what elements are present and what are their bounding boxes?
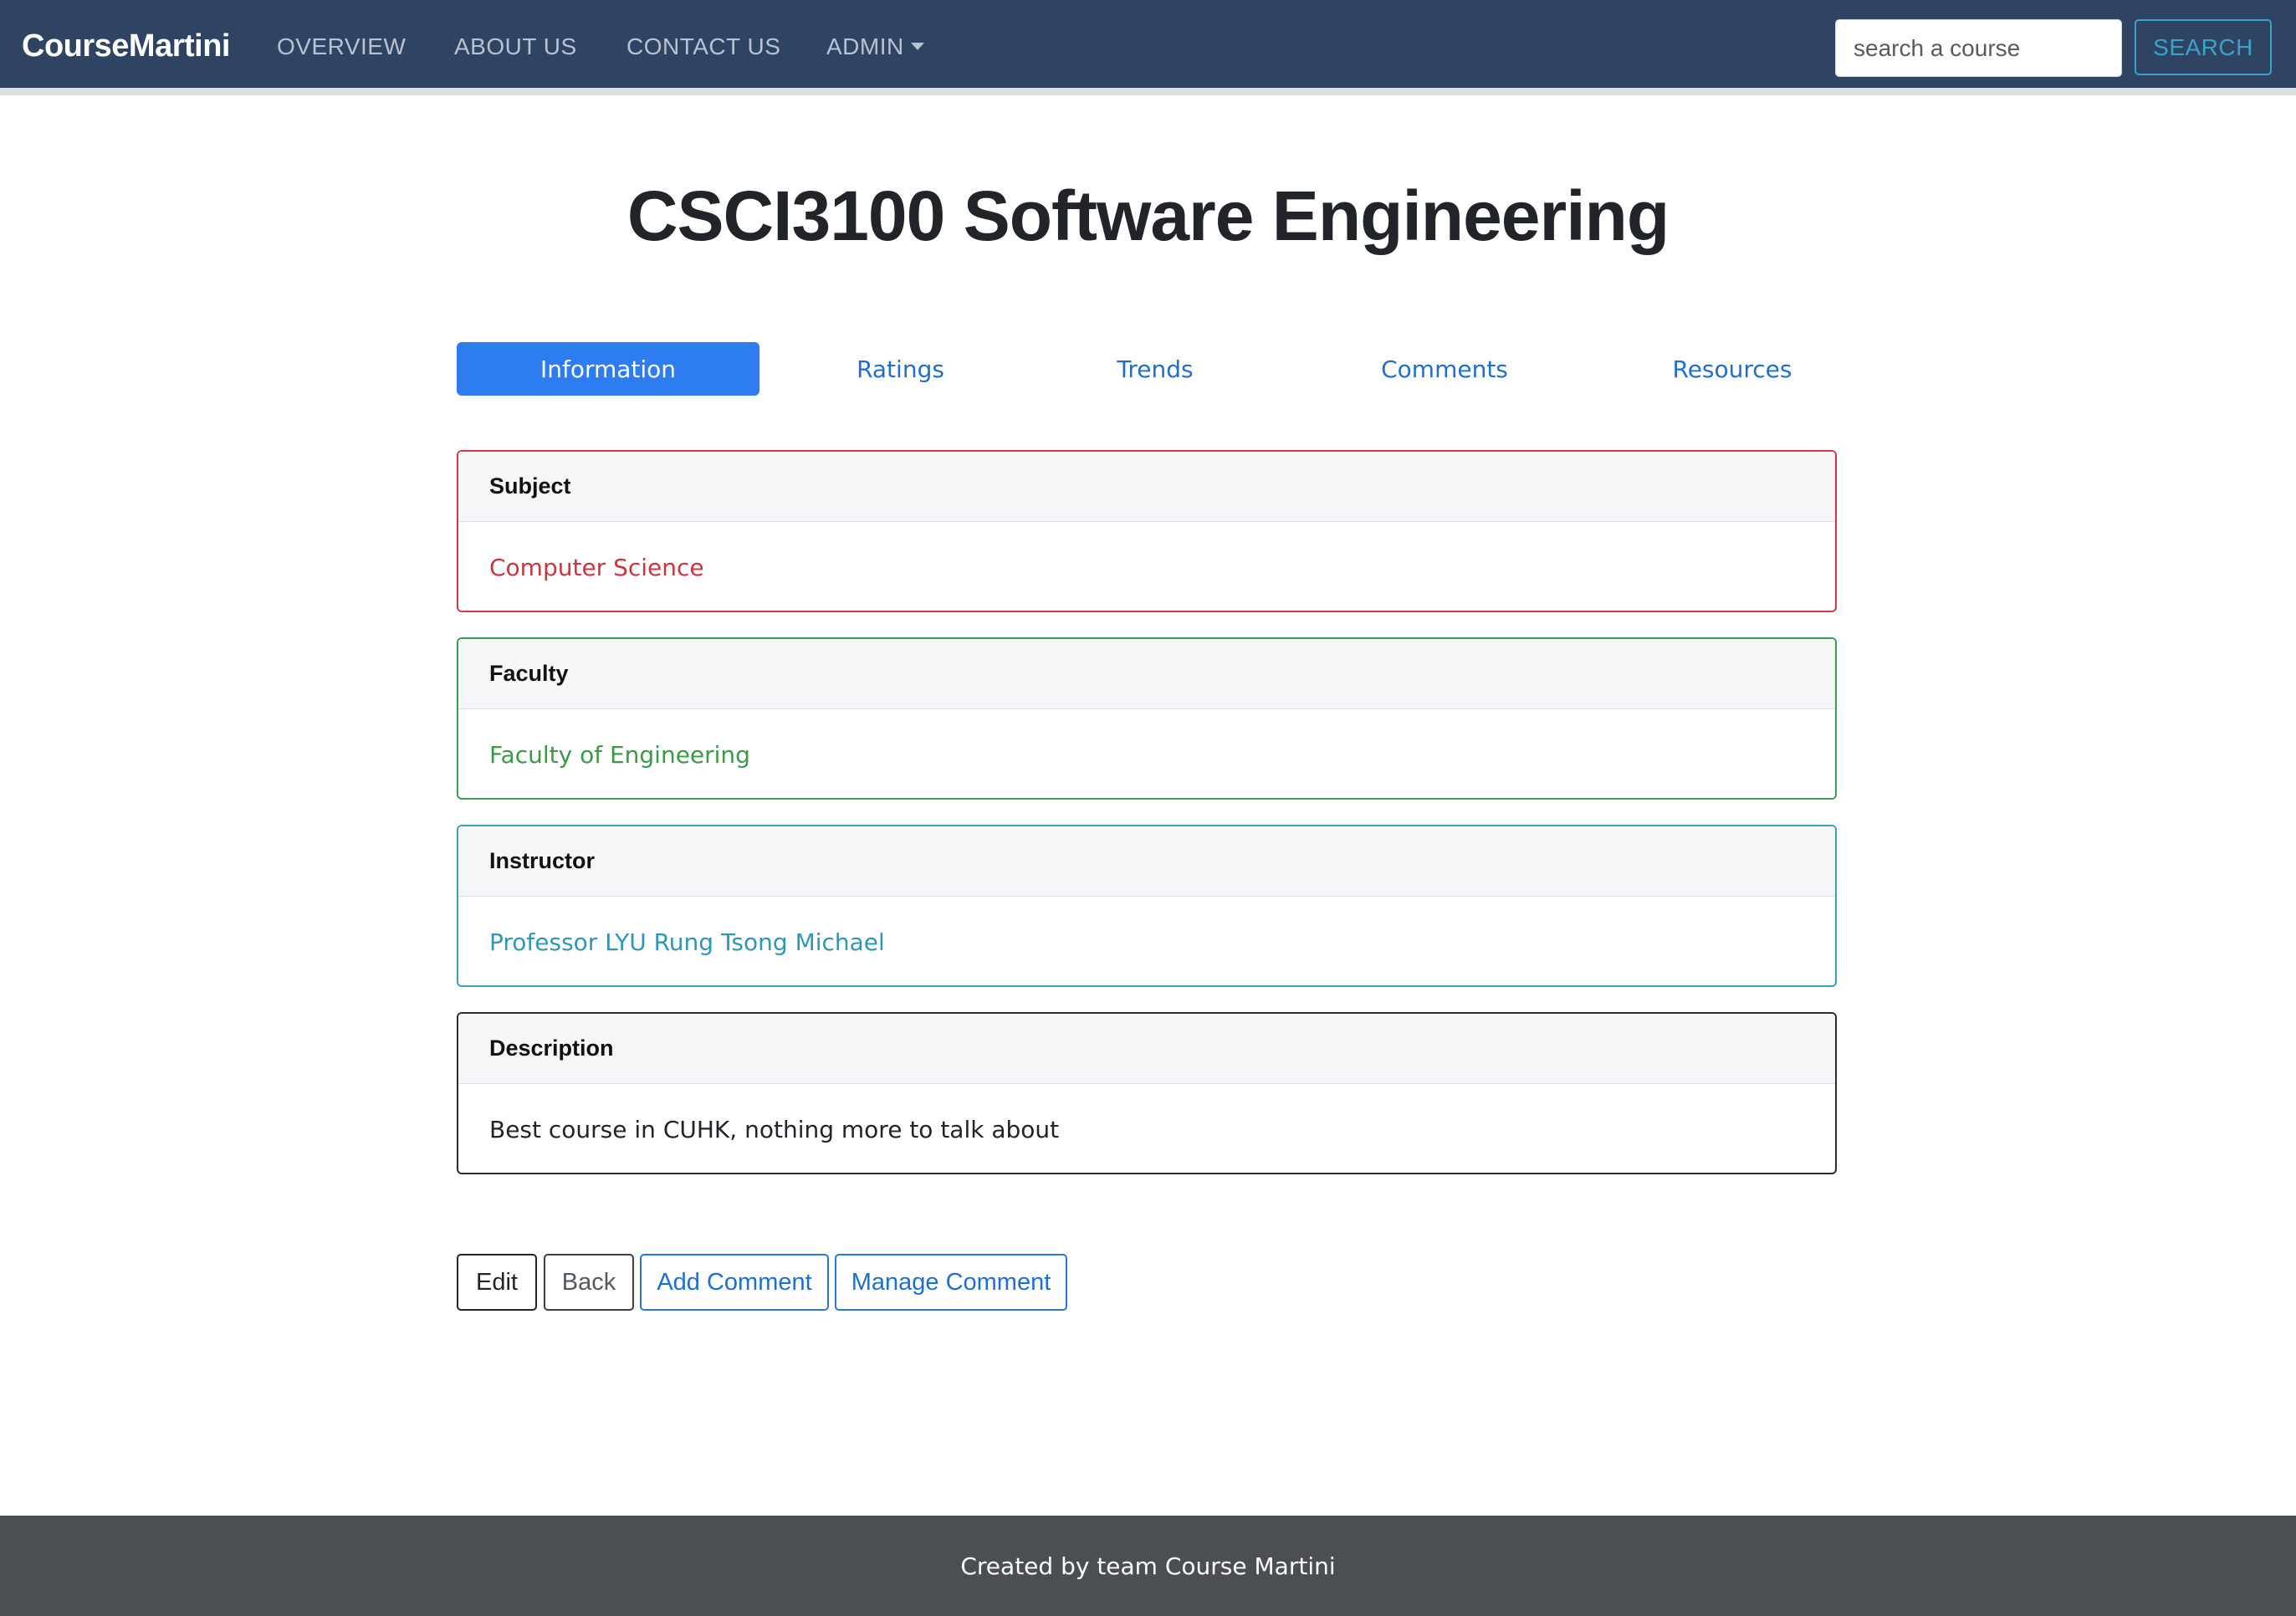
edit-button[interactable]: Edit (457, 1254, 537, 1311)
instructor-value: Professor LYU Rung Tsong Michael (489, 928, 885, 956)
instructor-card-header: Instructor (458, 826, 1835, 897)
subject-card-header: Subject (458, 452, 1835, 522)
top-navbar: CourseMartini OVERVIEW ABOUT US CONTACT … (0, 0, 2296, 95)
tab-comments[interactable]: Comments (1302, 342, 1587, 396)
description-value: Best course in CUHK, nothing more to tal… (489, 1115, 1060, 1143)
faculty-card: Faculty Faculty of Engineering (457, 637, 1837, 800)
subject-value: Computer Science (489, 553, 704, 581)
nav-link-overview[interactable]: OVERVIEW (277, 33, 406, 60)
add-comment-button[interactable]: Add Comment (640, 1254, 829, 1311)
tab-resources[interactable]: Resources (1590, 342, 1874, 396)
page-footer: Created by team Course Martini (0, 1516, 2296, 1616)
faculty-card-header: Faculty (458, 639, 1835, 709)
tab-information[interactable]: Information (457, 342, 759, 396)
search-input[interactable] (1835, 19, 2122, 77)
tab-ratings[interactable]: Ratings (790, 342, 1011, 396)
footer-text: Created by team Course Martini (960, 1552, 1336, 1580)
nav-dropdown-admin[interactable]: ADMIN (826, 33, 924, 60)
brand-logo[interactable]: CourseMartini (22, 28, 230, 64)
page-title: CSCI3100 Software Engineering (626, 176, 1670, 255)
nav-dropdown-admin-label: ADMIN (826, 33, 904, 59)
caret-down-icon (910, 43, 924, 51)
manage-comment-button[interactable]: Manage Comment (835, 1254, 1067, 1311)
faculty-value: Faculty of Engineering (489, 740, 750, 769)
instructor-card: Instructor Professor LYU Rung Tsong Mich… (457, 825, 1837, 987)
search-button[interactable]: SEARCH (2135, 19, 2272, 75)
course-tabs: Information Ratings Trends Comments Reso… (457, 342, 1837, 396)
description-card: Description Best course in CUHK, nothing… (457, 1012, 1837, 1174)
tab-trends[interactable]: Trends (1051, 342, 1260, 396)
subject-card: Subject Computer Science (457, 450, 1837, 612)
description-card-header: Description (458, 1014, 1835, 1084)
nav-link-contact-us[interactable]: CONTACT US (626, 33, 780, 60)
back-button[interactable]: Back (544, 1254, 634, 1311)
nav-link-about-us[interactable]: ABOUT US (454, 33, 577, 60)
